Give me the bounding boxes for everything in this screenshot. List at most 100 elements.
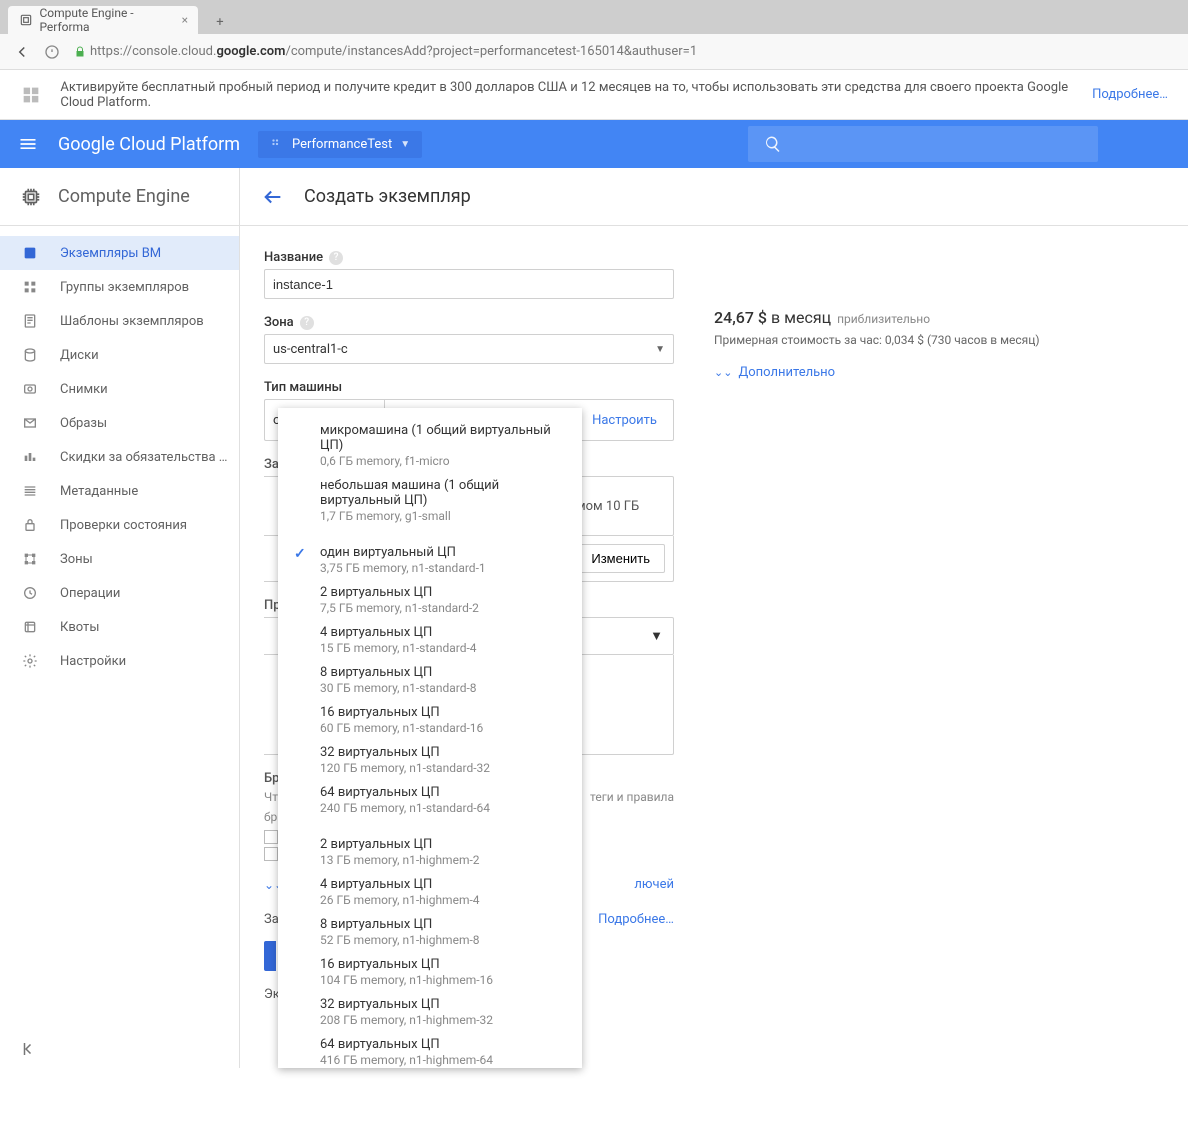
option-subtitle: 416 ГБ memory, n1-highmem-64 (320, 1053, 562, 1067)
option-subtitle: 3,75 ГБ memory, n1-standard-1 (320, 561, 562, 575)
machine-type-option[interactable]: 16 виртуальных ЦП60 ГБ memory, n1-standa… (278, 700, 582, 740)
sidebar-item-label: Шаблоны экземпляров (60, 314, 204, 329)
machine-type-option[interactable]: 8 виртуальных ЦП30 ГБ memory, n1-standar… (278, 660, 582, 700)
gift-icon (20, 83, 42, 107)
sidebar-item[interactable]: Метаданные (0, 474, 239, 508)
machine-type-option[interactable]: микромашина (1 общий виртуальный ЦП)0,6 … (278, 418, 582, 473)
option-title: 16 виртуальных ЦП (320, 957, 562, 972)
equiv-more-link[interactable]: Подробнее… (598, 912, 674, 927)
sidebar-item[interactable]: Настройки (0, 644, 239, 678)
sidebar-item[interactable]: Снимки (0, 372, 239, 406)
menu-icon[interactable] (18, 134, 38, 154)
sidebar-item-label: Снимки (60, 382, 108, 397)
machine-type-option[interactable]: 64 виртуальных ЦП416 ГБ memory, n1-highm… (278, 1032, 582, 1068)
main-content: Создать экземпляр Название? Зона? us (240, 168, 1188, 1068)
option-subtitle: 240 ГБ memory, n1-standard-64 (320, 801, 562, 815)
sidebar-title: Compute Engine (58, 186, 190, 207)
option-title: 64 виртуальных ЦП (320, 785, 562, 800)
machine-type-option[interactable]: 2 виртуальных ЦП13 ГБ memory, n1-highmem… (278, 832, 582, 872)
sidebar-item-icon (22, 551, 42, 567)
machine-type-option[interactable]: 8 виртуальных ЦП52 ГБ memory, n1-highmem… (278, 912, 582, 952)
sidebar-item[interactable]: Проверки состояния (0, 508, 239, 542)
machine-type-option[interactable]: один виртуальный ЦП3,75 ГБ memory, n1-st… (278, 540, 582, 580)
option-title: 8 виртуальных ЦП (320, 665, 562, 680)
machine-type-label: Тип машины (264, 380, 674, 395)
cost-monthly: 24,67 $ в месяц приблизительно (714, 308, 1040, 327)
zone-label: Зона? (264, 315, 674, 330)
machine-type-option[interactable]: 4 виртуальных ЦП15 ГБ memory, n1-standar… (278, 620, 582, 660)
new-tab-button[interactable]: + (206, 10, 234, 34)
collapse-sidebar-icon[interactable] (20, 1040, 38, 1058)
sidebar-item[interactable]: Образы (0, 406, 239, 440)
option-title: 16 виртуальных ЦП (320, 705, 562, 720)
browser-tab[interactable]: Compute Engine - Performa × (8, 6, 198, 34)
sidebar-item-icon (22, 619, 42, 635)
machine-type-option[interactable]: 32 виртуальных ЦП120 ГБ memory, n1-stand… (278, 740, 582, 780)
back-arrow-icon[interactable] (262, 186, 284, 208)
create-button[interactable] (264, 941, 276, 971)
sidebar-header: Compute Engine (0, 168, 239, 226)
project-name: PerformanceTest (292, 137, 392, 152)
sidebar-item[interactable]: Шаблоны экземпляров (0, 304, 239, 338)
tab-favicon-icon (18, 12, 33, 28)
sidebar-item-icon (22, 313, 42, 329)
caret-down-icon[interactable]: ▼ (650, 628, 663, 644)
sidebar-item-label: Скидки за обязательства … (60, 450, 228, 465)
help-icon[interactable]: ? (329, 251, 343, 265)
cost-expand-link[interactable]: ⌄⌄ Дополнительно (714, 365, 1040, 380)
machine-type-option[interactable]: 16 виртуальных ЦП104 ГБ memory, n1-highm… (278, 952, 582, 992)
nav-back-icon[interactable] (10, 40, 34, 64)
sidebar-item-label: Квоты (60, 620, 99, 635)
boot-disk-size: мом 10 ГБ (576, 499, 639, 514)
option-title: 8 виртуальных ЦП (320, 917, 562, 932)
option-subtitle: 7,5 ГБ memory, n1-standard-2 (320, 601, 562, 615)
project-selector[interactable]: PerformanceTest ▼ (258, 131, 422, 158)
sidebar-item-label: Метаданные (60, 484, 138, 499)
equiv-label: За (264, 912, 279, 927)
tab-close-icon[interactable]: × (182, 13, 188, 27)
option-subtitle: 120 ГБ memory, n1-standard-32 (320, 761, 562, 775)
project-icon (270, 137, 284, 151)
url-bar[interactable]: https://console.cloud.google.com/compute… (90, 44, 697, 59)
machine-type-option[interactable]: 2 виртуальных ЦП7,5 ГБ memory, n1-standa… (278, 580, 582, 620)
zone-select[interactable]: us-central1-c ▼ (264, 334, 674, 364)
machine-type-option[interactable]: 32 виртуальных ЦП208 ГБ memory, n1-highm… (278, 992, 582, 1032)
option-title: 64 виртуальных ЦП (320, 1037, 562, 1052)
sidebar-item-icon (22, 517, 42, 533)
sidebar: Compute Engine Экземпляры ВМ Группы экзем… (0, 168, 240, 1068)
sidebar-item[interactable]: Зоны (0, 542, 239, 576)
sidebar-item[interactable]: Группы экземпляров (0, 270, 239, 304)
change-boot-disk-button[interactable]: Изменить (576, 544, 665, 573)
option-title: 4 виртуальных ЦП (320, 877, 562, 892)
machine-type-option[interactable]: 64 виртуальных ЦП240 ГБ memory, n1-stand… (278, 780, 582, 820)
option-subtitle: 208 ГБ memory, n1-highmem-32 (320, 1013, 562, 1027)
sidebar-item[interactable]: Диски (0, 338, 239, 372)
option-subtitle: 60 ГБ memory, n1-standard-16 (320, 721, 562, 735)
option-subtitle: 1,7 ГБ memory, g1-small (320, 509, 562, 523)
sidebar-item[interactable]: Скидки за обязательства … (0, 440, 239, 474)
option-subtitle: 52 ГБ memory, n1-highmem-8 (320, 933, 562, 947)
machine-type-option[interactable]: 4 виртуальных ЦП26 ГБ memory, n1-highmem… (278, 872, 582, 912)
sidebar-item[interactable]: Экземпляры ВМ (0, 236, 239, 270)
sidebar-item-label: Группы экземпляров (60, 280, 189, 295)
identity-icon[interactable] (40, 40, 64, 64)
option-title: 4 виртуальных ЦП (320, 625, 562, 640)
customize-link[interactable]: Настроить (576, 413, 673, 428)
search-input[interactable] (748, 126, 1098, 162)
option-subtitle: 104 ГБ memory, n1-highmem-16 (320, 973, 562, 987)
sidebar-item[interactable]: Квоты (0, 610, 239, 644)
caret-down-icon: ▼ (655, 344, 665, 355)
sidebar-item-label: Операции (60, 586, 120, 601)
promo-link[interactable]: Подробнее… (1092, 87, 1168, 102)
option-title: 2 виртуальных ЦП (320, 837, 562, 852)
option-subtitle: 15 ГБ memory, n1-standard-4 (320, 641, 562, 655)
option-title: один виртуальный ЦП (320, 545, 562, 560)
sidebar-item-label: Настройки (60, 654, 126, 669)
name-input[interactable] (264, 269, 674, 299)
machine-type-option[interactable]: небольшая машина (1 общий виртуальный ЦП… (278, 473, 582, 528)
sidebar-item-icon (22, 415, 42, 431)
sidebar-item[interactable]: Операции (0, 576, 239, 610)
help-icon[interactable]: ? (300, 316, 314, 330)
caret-down-icon: ▼ (400, 139, 410, 150)
sidebar-item-icon (22, 381, 42, 397)
